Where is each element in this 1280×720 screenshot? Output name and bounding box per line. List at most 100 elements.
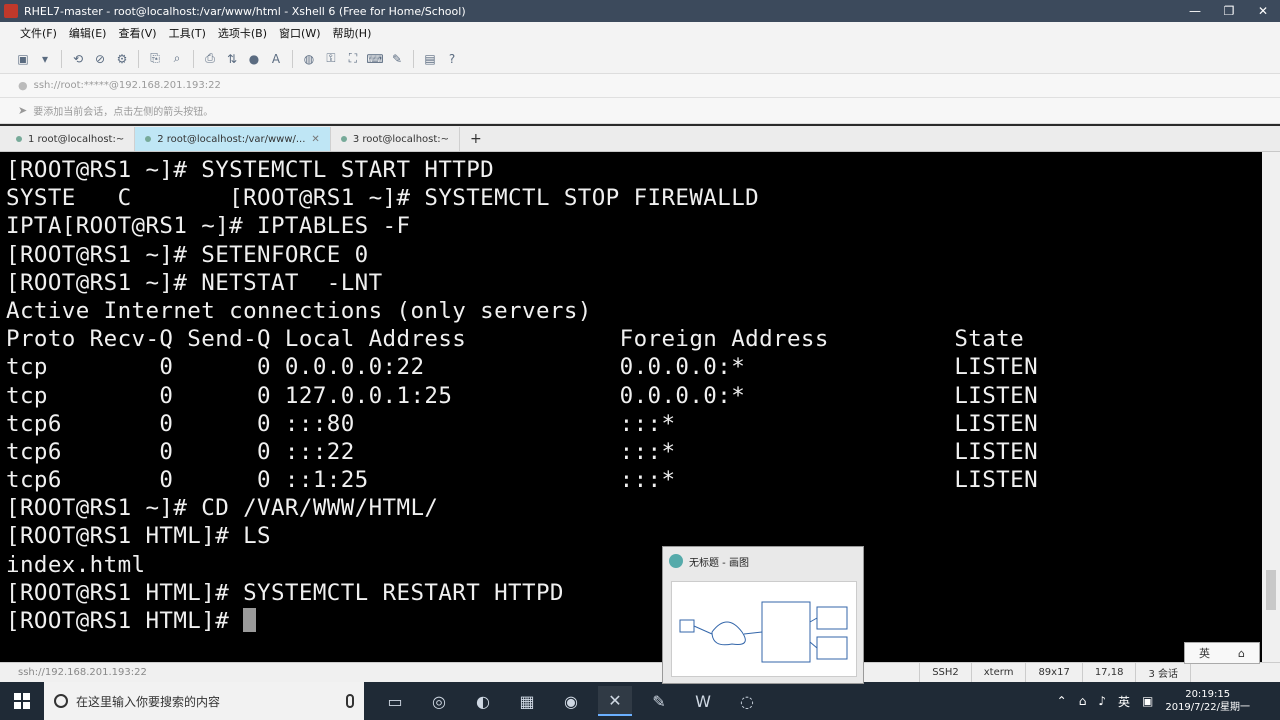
font-icon[interactable]: A — [267, 50, 285, 68]
edge-browser-icon[interactable]: ◐ — [466, 686, 500, 716]
terminal-prompt-line: [ROOT@RS1 HTML]# — [6, 607, 1256, 635]
disconnect-icon[interactable]: ⊘ — [91, 50, 109, 68]
tray-network-icon[interactable]: ⌂ — [1079, 694, 1087, 708]
print-icon[interactable]: ⎙ — [201, 50, 219, 68]
terminal-line: tcp6 0 0 ::1:25 :::* LISTEN — [6, 467, 1039, 494]
scrollbar-thumb[interactable] — [1266, 570, 1276, 610]
tab-status-icon — [16, 136, 22, 142]
preview-title: 无标题 - 画图 — [689, 557, 749, 569]
system-tray: ⌃ ⌂ ♪ 英 ▣ 20:19:15 2019/7/22/星期一 — [1057, 682, 1280, 720]
script-icon[interactable]: ✎ — [388, 50, 406, 68]
terminal-line: [ROOT@RS1 HTML]# SYSTEMCTL RESTART HTTPD — [6, 579, 564, 606]
ime-extra-icon[interactable]: ⌂ — [1238, 647, 1245, 660]
start-button[interactable] — [0, 682, 44, 720]
microphone-icon[interactable] — [346, 694, 354, 708]
add-tab-button[interactable]: + — [460, 127, 492, 151]
tab-close-icon[interactable]: ✕ — [311, 134, 319, 145]
status-term: xterm — [970, 662, 1026, 683]
address-icon: ● — [18, 79, 28, 92]
xshell-task-icon[interactable]: ✕ — [598, 686, 632, 716]
terminal-line: [ROOT@RS1 ~]# NETSTAT -LNT — [6, 269, 383, 296]
network-app-icon[interactable]: ◎ — [422, 686, 456, 716]
terminal-line: index.html — [6, 551, 146, 578]
preview-header: 无标题 - 画图 — [663, 547, 863, 575]
menu-window[interactable]: 窗口(W) — [273, 25, 326, 41]
keyboard-icon[interactable]: ⌨ — [366, 50, 384, 68]
terminal[interactable]: [ROOT@RS1 ~]# SYSTEMCTL START HTTPD SYST… — [0, 152, 1262, 662]
clock-time: 20:19:15 — [1185, 689, 1231, 700]
chrome-icon[interactable]: ◉ — [554, 686, 588, 716]
status-sessions: 3 会话 — [1135, 662, 1190, 683]
tray-ime-icon[interactable]: ▣ — [1142, 694, 1153, 708]
taskbar-apps: ▭ ◎ ◐ ▦ ◉ ✕ ✎ W ◌ — [364, 686, 764, 716]
toolbar-separator — [61, 49, 62, 68]
restore-button[interactable]: ❐ — [1212, 0, 1246, 22]
menu-file[interactable]: 文件(F) — [14, 25, 63, 41]
menu-tools[interactable]: 工具(T) — [163, 25, 212, 41]
hint-text: 要添加当前会话，点击左侧的箭头按钮。 — [33, 107, 214, 118]
terminal-line: [ROOT@RS1 ~]# CD /VAR/WWW/HTML/ — [6, 495, 439, 522]
task-view-icon[interactable]: ▭ — [378, 686, 412, 716]
preview-thumbnail[interactable] — [671, 581, 857, 677]
open-session-icon[interactable]: ▾ — [36, 50, 54, 68]
terminal-line: tcp6 0 0 :::80 :::* LISTEN — [6, 410, 1039, 437]
paint-icon — [669, 554, 683, 568]
status-caps — [1190, 662, 1280, 683]
toolbar-separator — [138, 49, 139, 68]
ime-toolbar[interactable]: 英 ⌂ — [1184, 642, 1260, 664]
status-bar: ssh://192.168.201.193:22 SSH2 xterm 89x1… — [0, 662, 1280, 683]
terminal-line: tcp 0 0 0.0.0.0:22 0.0.0.0:* LISTEN — [6, 354, 1039, 381]
status-size: 89x17 — [1025, 662, 1081, 683]
new-session-icon[interactable]: ▣ — [14, 50, 32, 68]
find-icon[interactable]: ⌕ — [168, 50, 186, 68]
tab-status-icon — [340, 136, 347, 142]
help-icon[interactable]: ? — [443, 50, 461, 68]
terminal-line: IPTA[ROOT@RS1 ~]# IPTABLES -F — [6, 213, 411, 240]
word-icon[interactable]: W — [686, 686, 720, 716]
tab-status-icon — [145, 136, 152, 142]
paint-preview-popup[interactable]: 无标题 - 画图 — [662, 546, 864, 684]
tab-bar: 1 root@localhost:~ 2 root@localhost:/var… — [0, 126, 1280, 152]
menu-help[interactable]: 帮助(H) — [327, 25, 378, 41]
terminal-line: Proto Recv-Q Send-Q Local Address Foreig… — [6, 326, 1025, 353]
menu-edit[interactable]: 编辑(E) — [63, 25, 113, 41]
tab-label: 1 root@localhost:~ — [28, 133, 125, 145]
tray-language[interactable]: 英 — [1118, 693, 1130, 710]
fullscreen-icon[interactable]: ⛶ — [344, 50, 362, 68]
terminal-line: [ROOT@RS1 ~]# SYSTEMCTL START HTTPD — [6, 157, 495, 183]
ime-language[interactable]: 英 — [1199, 645, 1210, 661]
toolbar-separator — [292, 49, 293, 68]
tab-session-2[interactable]: 2 root@localhost:/var/www/... ✕ — [135, 127, 331, 151]
status-protocol: SSH2 — [919, 662, 971, 683]
volume-icon[interactable]: ♪ — [1098, 694, 1106, 708]
vmware-icon[interactable]: ▦ — [510, 686, 544, 716]
tab-session-3[interactable]: 3 root@localhost:~ — [331, 127, 461, 151]
preview-sketch — [679, 601, 848, 663]
terminal-scrollbar[interactable] — [1262, 152, 1280, 662]
terminal-line: Active Internet connections (only server… — [6, 297, 592, 324]
menu-view[interactable]: 查看(V) — [112, 25, 162, 41]
taskbar-clock[interactable]: 20:19:15 2019/7/22/星期一 — [1165, 688, 1250, 714]
properties-icon[interactable]: ⚙ — [113, 50, 131, 68]
tray-chevron-icon[interactable]: ⌃ — [1057, 694, 1067, 708]
minimize-button[interactable]: — — [1178, 0, 1212, 22]
lock-icon[interactable]: ⚿ — [322, 50, 340, 68]
close-button[interactable]: ✕ — [1246, 0, 1280, 22]
search-placeholder[interactable]: 在这里输入你要搜索的内容 — [76, 693, 338, 710]
menu-tabs[interactable]: 选项卡(B) — [212, 25, 273, 41]
reconnect-icon[interactable]: ⟲ — [69, 50, 87, 68]
hint-arrow-icon[interactable]: ➤ — [18, 104, 27, 117]
layout-icon[interactable]: ▤ — [421, 50, 439, 68]
copy-icon[interactable]: ⎘ — [146, 50, 164, 68]
tab-label: 3 root@localhost:~ — [352, 133, 450, 145]
paint-task-icon[interactable]: ✎ — [642, 686, 676, 716]
tab-session-1[interactable]: 1 root@localhost:~ — [6, 127, 136, 151]
status-cursor: 17,18 — [1081, 662, 1136, 683]
transfer-icon[interactable]: ⇅ — [223, 50, 241, 68]
recorder-icon[interactable]: ◌ — [730, 686, 764, 716]
xshell-app-icon — [4, 4, 18, 18]
color-scheme-icon[interactable]: ● — [245, 50, 263, 68]
globe-icon[interactable]: ◍ — [300, 50, 318, 68]
taskbar-search[interactable]: 在这里输入你要搜索的内容 — [44, 682, 364, 720]
address-text[interactable]: ssh://root:*****@192.168.201.193:22 — [34, 80, 221, 91]
